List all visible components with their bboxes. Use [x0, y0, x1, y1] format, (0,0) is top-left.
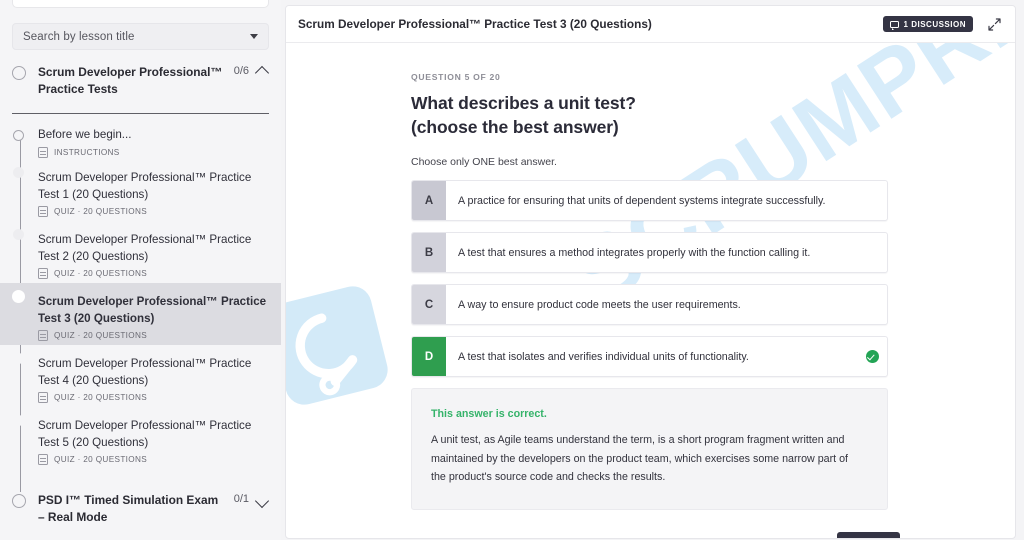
lesson-title: Scrum Developer Professional™ Practice T… — [38, 419, 252, 449]
sidebar-top-panel — [12, 0, 269, 8]
answer-option-a[interactable]: A A practice for ensuring that units of … — [411, 180, 888, 221]
answer-option-d-selected[interactable]: D A test that isolates and verifies indi… — [411, 336, 888, 377]
quiz-icon — [38, 330, 48, 341]
page-title: Scrum Developer Professional™ Practice T… — [298, 17, 652, 31]
question-title: What describes a unit test? (choose the … — [411, 91, 1015, 139]
quiz-body: SCRUMPREP QUESTION 5 OF 20 What describe… — [286, 43, 1015, 538]
option-letter: C — [412, 285, 446, 324]
section-progress-ring-icon — [12, 66, 26, 80]
list-item[interactable]: Scrum Developer Professional™ Practice T… — [0, 407, 281, 469]
section-title: Scrum Developer Professional™ Practice T… — [38, 65, 223, 96]
chevron-down-icon[interactable] — [250, 34, 258, 39]
lesson-title: Scrum Developer Professional™ Practice T… — [38, 295, 267, 325]
discussion-label: 1 DISCUSSION — [903, 19, 966, 29]
lesson-status-dot-icon — [13, 415, 24, 426]
lesson-list: Before we begin... INSTRUCTIONS Scrum De… — [0, 122, 281, 492]
lesson-title: Scrum Developer Professional™ Practice T… — [38, 233, 252, 263]
lesson-status-dot-icon — [13, 130, 24, 141]
quiz-header: Scrum Developer Professional™ Practice T… — [286, 6, 1015, 43]
answer-option-b[interactable]: B A test that ensures a method integrate… — [411, 232, 888, 273]
lesson-meta: QUIZ · 20 QUESTIONS — [54, 269, 148, 278]
lesson-meta: QUIZ · 20 QUESTIONS — [54, 207, 148, 216]
correct-check-icon — [857, 337, 887, 376]
lesson-content-pane: Scrum Developer Professional™ Practice T… — [281, 0, 1024, 540]
question-counter: QUESTION 5 OF 20 — [411, 72, 501, 82]
expand-arrows-icon[interactable] — [987, 17, 1002, 32]
lesson-meta: QUIZ · 20 QUESTIONS — [54, 455, 148, 464]
question-hint: Choose only ONE best answer. — [411, 156, 557, 168]
lesson-title: Scrum Developer Professional™ Practice T… — [38, 357, 252, 387]
list-item[interactable]: Scrum Developer Professional™ Practice T… — [0, 159, 281, 221]
search-placeholder: Search by lesson title — [23, 30, 135, 43]
instructions-icon — [38, 146, 48, 158]
answer-feedback-panel: This answer is correct. A unit test, as … — [411, 388, 888, 510]
lesson-status-dot-icon — [13, 167, 24, 178]
lesson-meta: QUIZ · 20 QUESTIONS — [54, 393, 148, 402]
option-text: A test that isolates and verifies indivi… — [458, 350, 749, 363]
next-question-button[interactable] — [837, 532, 900, 538]
quiz-icon — [38, 454, 48, 465]
chevron-up-icon[interactable] — [254, 65, 270, 81]
quiz-icon — [38, 392, 48, 403]
section-progress-ring-icon — [12, 494, 26, 508]
quiz-icon — [38, 268, 48, 279]
course-player: Search by lesson title Scrum Developer P… — [0, 0, 1024, 540]
question-line-2: (choose the best answer) — [411, 117, 619, 137]
list-item[interactable]: Scrum Developer Professional™ Practice T… — [0, 221, 281, 283]
lesson-meta: QUIZ · 20 QUESTIONS — [54, 331, 148, 340]
quiz-icon — [38, 206, 48, 217]
lesson-status-dot-icon — [13, 353, 24, 364]
section-progress-count: 0/6 — [233, 65, 249, 77]
quiz-card: Scrum Developer Professional™ Practice T… — [285, 5, 1016, 539]
list-item-active[interactable]: Scrum Developer Professional™ Practice T… — [0, 283, 281, 345]
discussion-button[interactable]: 1 DISCUSSION — [882, 16, 973, 32]
feedback-body: A unit test, as Agile teams understand t… — [431, 434, 849, 483]
sidebar-section-practice-tests[interactable]: Scrum Developer Professional™ Practice T… — [0, 64, 281, 97]
section-title: PSD I™ Timed Simulation Exam – Real Mode — [38, 493, 219, 524]
chevron-down-icon[interactable] — [254, 493, 270, 509]
sidebar-section-timed-exam[interactable]: PSD I™ Timed Simulation Exam – Real Mode… — [0, 492, 281, 525]
question-line-1: What describes a unit test? — [411, 93, 636, 113]
answer-option-c[interactable]: C A way to ensure product code meets the… — [411, 284, 888, 325]
question-block: QUESTION 5 OF 20 What describes a unit t… — [286, 43, 1015, 510]
option-letter: A — [412, 181, 446, 220]
search-input[interactable]: Search by lesson title — [12, 23, 269, 50]
lesson-status-dot-icon — [13, 229, 24, 240]
section-progress-count: 0/1 — [233, 493, 249, 505]
option-letter: D — [412, 337, 446, 376]
list-item[interactable]: Before we begin... INSTRUCTIONS — [0, 122, 281, 159]
feedback-heading: This answer is correct. — [431, 408, 547, 420]
lesson-current-dot-icon — [12, 290, 25, 303]
list-item[interactable]: Scrum Developer Professional™ Practice T… — [0, 345, 281, 407]
lesson-meta: INSTRUCTIONS — [54, 147, 120, 157]
answer-options-list: A A practice for ensuring that units of … — [411, 180, 888, 377]
comment-bubble-icon — [889, 20, 899, 30]
lesson-title: Scrum Developer Professional™ Practice T… — [38, 171, 252, 201]
lesson-sidebar: Search by lesson title Scrum Developer P… — [0, 0, 281, 540]
option-text: A way to ensure product code meets the u… — [458, 298, 741, 311]
option-letter: B — [412, 233, 446, 272]
sidebar-divider — [12, 113, 269, 114]
option-text: A test that ensures a method integrates … — [458, 246, 811, 259]
option-text: A practice for ensuring that units of de… — [458, 194, 826, 207]
lesson-title: Before we begin... — [38, 128, 132, 141]
